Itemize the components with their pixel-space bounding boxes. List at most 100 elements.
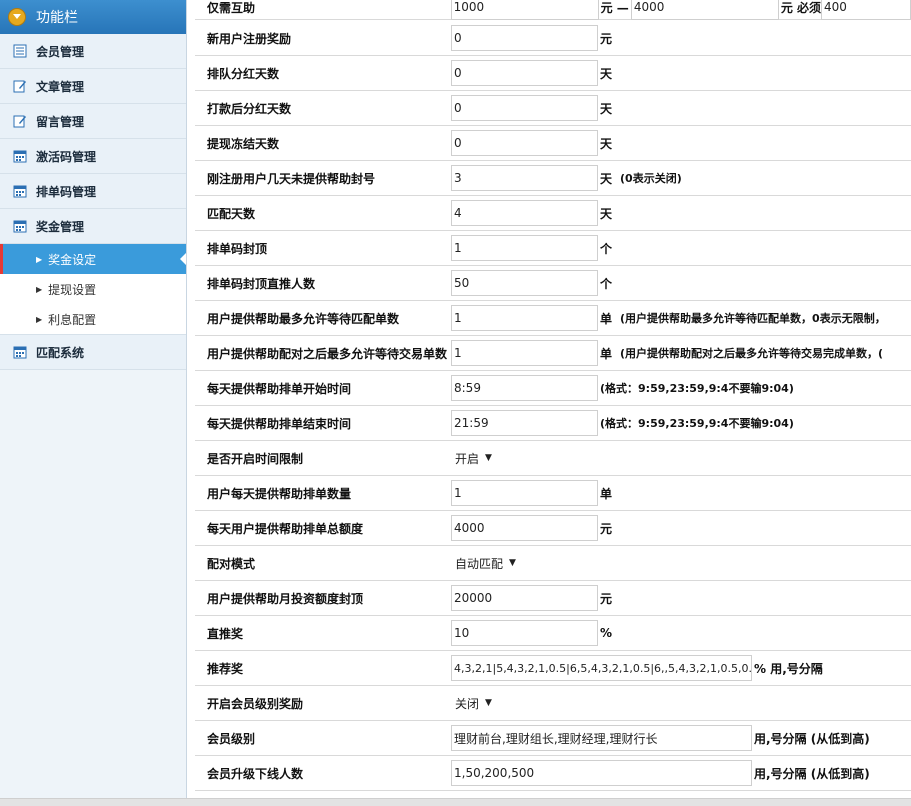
select-value: 开启 [455,451,480,466]
row-label: 配对模式 [207,556,256,571]
monthly-cap-input[interactable]: 20000 [451,585,598,611]
time-limit-select[interactable]: 开启 ▼ [451,447,492,469]
sidebar-item-label: 留言管理 [36,114,85,129]
sidebar-item-matching[interactable]: 匹配系统 [0,335,186,370]
dropdown-arrow-icon: ▼ [509,558,516,568]
sidebar-subitem-withdraw-settings[interactable]: ▶ 提现设置 [0,274,186,304]
start-time-input[interactable]: 8:59 [451,375,598,401]
row-label: 用户提供帮助最多允许等待匹配单数 [207,311,400,326]
unit-label: 天 [600,136,613,151]
post-payment-dividend-days-input[interactable]: 0 [451,95,598,121]
edit-icon [12,78,28,94]
unit-label: 用,号分隔 (从低到高) [754,766,870,781]
unit-label: 单 [600,346,613,361]
sidebar: 功能栏 会员管理 文章管理 留言管理 激活码管理 排单码管理 奖金管理 ▶ 奖金… [0,0,187,806]
form-row: 打款后分红天数 0天 [195,91,911,126]
unit-label: % [600,626,613,640]
max-pending-trade-input[interactable]: 1 [451,340,598,366]
sidebar-header[interactable]: 功能栏 [0,0,186,34]
row-label: 打款后分红天数 [207,101,292,116]
dropdown-arrow-icon: ▼ [485,698,492,708]
unit-label: 元 [600,31,613,46]
form-row: 仅需互助 1000 元 — 4000 元 必须 400 [195,0,911,20]
end-time-input[interactable]: 21:59 [451,410,598,436]
direct-referral-bonus-input[interactable]: 10 [451,620,598,646]
referral-bonus-input[interactable]: 4,3,2,1|5,4,3,2,1,0.5|6,5,4,3,2,1,0.5|6,… [451,655,752,681]
hint-text: (用户提供帮助配对之后最多允许等待交易完成单数，( [620,347,884,360]
unit-label: 天 [600,66,613,81]
unit-label: 元 [600,521,613,536]
row-label: 用户每天提供帮助排单数量 [207,486,352,501]
edit-icon [12,113,28,129]
match-mode-select[interactable]: 自动匹配 ▼ [451,552,516,574]
member-levels-input[interactable]: 理财前台,理财组长,理财经理,理财行长 [451,725,752,751]
form-row: 用户提供帮助月投资额度封顶 20000 元 [195,581,911,616]
form-row: 配对模式 自动匹配 ▼ [195,546,911,581]
match-days-input[interactable]: 4 [451,200,598,226]
queue-code-cap-input[interactable]: 1 [451,235,598,261]
sidebar-item-label: 文章管理 [36,79,85,94]
queue-dividend-days-input[interactable]: 0 [451,60,598,86]
unit-label: 用,号分隔 (从低到高) [754,731,870,746]
form-row: 排单码封顶 1个 [195,231,911,266]
max-pending-match-input[interactable]: 1 [451,305,598,331]
queue-code-referral-cap-input[interactable]: 50 [451,270,598,296]
row-label: 会员级别 [207,731,256,746]
sidebar-item-articles[interactable]: 文章管理 [0,69,186,104]
chevron-down-icon [8,8,26,26]
row-label: 排队分红天数 [207,66,280,81]
form-row: 推荐奖 4,3,2,1|5,4,3,2,1,0.5|6,5,4,3,2,1,0.… [195,651,911,686]
row-label: 会员升级下线人数 [207,766,304,781]
max-amount-input[interactable]: 4000 [630,0,779,20]
row-label: 用户提供帮助月投资额度封顶 [207,591,364,606]
form-row: 直推奖 10% [195,616,911,651]
form-row: 是否开启时间限制 开启 ▼ [195,441,911,476]
caret-right-icon: ▶ [36,314,43,324]
form-row: 会员级别 理财前台,理财组长,理财经理,理财行长 用,号分隔 (从低到高) [195,721,911,756]
form-row: 每天提供帮助排单结束时间 21:59 (格式：9:59,23:59,9:4不要输9… [195,406,911,441]
upgrade-downline-count-input[interactable]: 1,50,200,500 [451,760,752,786]
sidebar-item-bonus[interactable]: 奖金管理 [0,209,186,244]
select-value: 关闭 [455,696,480,711]
sidebar-item-label: 排单码管理 [36,184,97,199]
sidebar-item-label: 匹配系统 [36,345,85,360]
hint-text: (格式：9:59,23:59,9:4不要输9:04) [600,417,794,430]
row-label: 匹配天数 [207,206,256,221]
daily-order-count-input[interactable]: 1 [451,480,598,506]
unit-label: 个 [600,241,613,256]
row-label: 排单码封顶直推人数 [207,276,316,291]
sidebar-item-messages[interactable]: 留言管理 [0,104,186,139]
withdraw-freeze-days-input[interactable]: 0 [451,130,598,156]
multiple-input[interactable]: 400 [821,0,911,20]
form-row: 每天用户提供帮助排单总额度 4000 元 [195,511,911,546]
sidebar-subitem-bonus-settings[interactable]: ▶ 奖金设定 [0,244,186,274]
sidebar-item-queue-codes[interactable]: 排单码管理 [0,174,186,209]
unit-label: 元 [600,591,613,606]
level-reward-select[interactable]: 关闭 ▼ [451,692,492,714]
row-label: 直推奖 [207,626,244,641]
sidebar-item-members[interactable]: 会员管理 [0,34,186,69]
min-amount-input[interactable]: 1000 [450,0,599,20]
unit-label: 天 [600,206,613,221]
hint-text: (用户提供帮助最多允许等待匹配单数，0表示无限制， [620,312,886,325]
daily-total-amount-input[interactable]: 4000 [451,515,598,541]
sidebar-title: 功能栏 [36,10,78,26]
caret-right-icon: ▶ [36,284,43,294]
horizontal-scrollbar[interactable] [0,798,911,806]
sidebar-subitem-label: 奖金设定 [48,252,97,267]
sidebar-subitem-interest-config[interactable]: ▶ 利息配置 [0,304,186,334]
register-reward-input[interactable]: 0 [451,25,598,51]
row-label: 开启会员级别奖励 [207,696,304,711]
form-row: 会员升级下线人数 1,50,200,500 用,号分隔 (从低到高) [195,756,911,791]
row-label: 是否开启时间限制 [207,451,304,466]
sidebar-subitem-label: 提现设置 [48,282,97,297]
row-label: 提现冻结天数 [207,136,280,151]
unit-label: 天 [600,101,613,116]
sidebar-item-label: 激活码管理 [36,149,97,164]
new-user-ban-days-input[interactable]: 3 [451,165,598,191]
unit-label: 单 [600,311,613,326]
sidebar-item-label: 奖金管理 [36,219,85,234]
form-row: 刚注册用户几天未提供帮助封号 3 天 (0表示关闭) [195,161,911,196]
sidebar-item-activation-codes[interactable]: 激活码管理 [0,139,186,174]
form-row: 排单码封顶直推人数 50 个 [195,266,911,301]
